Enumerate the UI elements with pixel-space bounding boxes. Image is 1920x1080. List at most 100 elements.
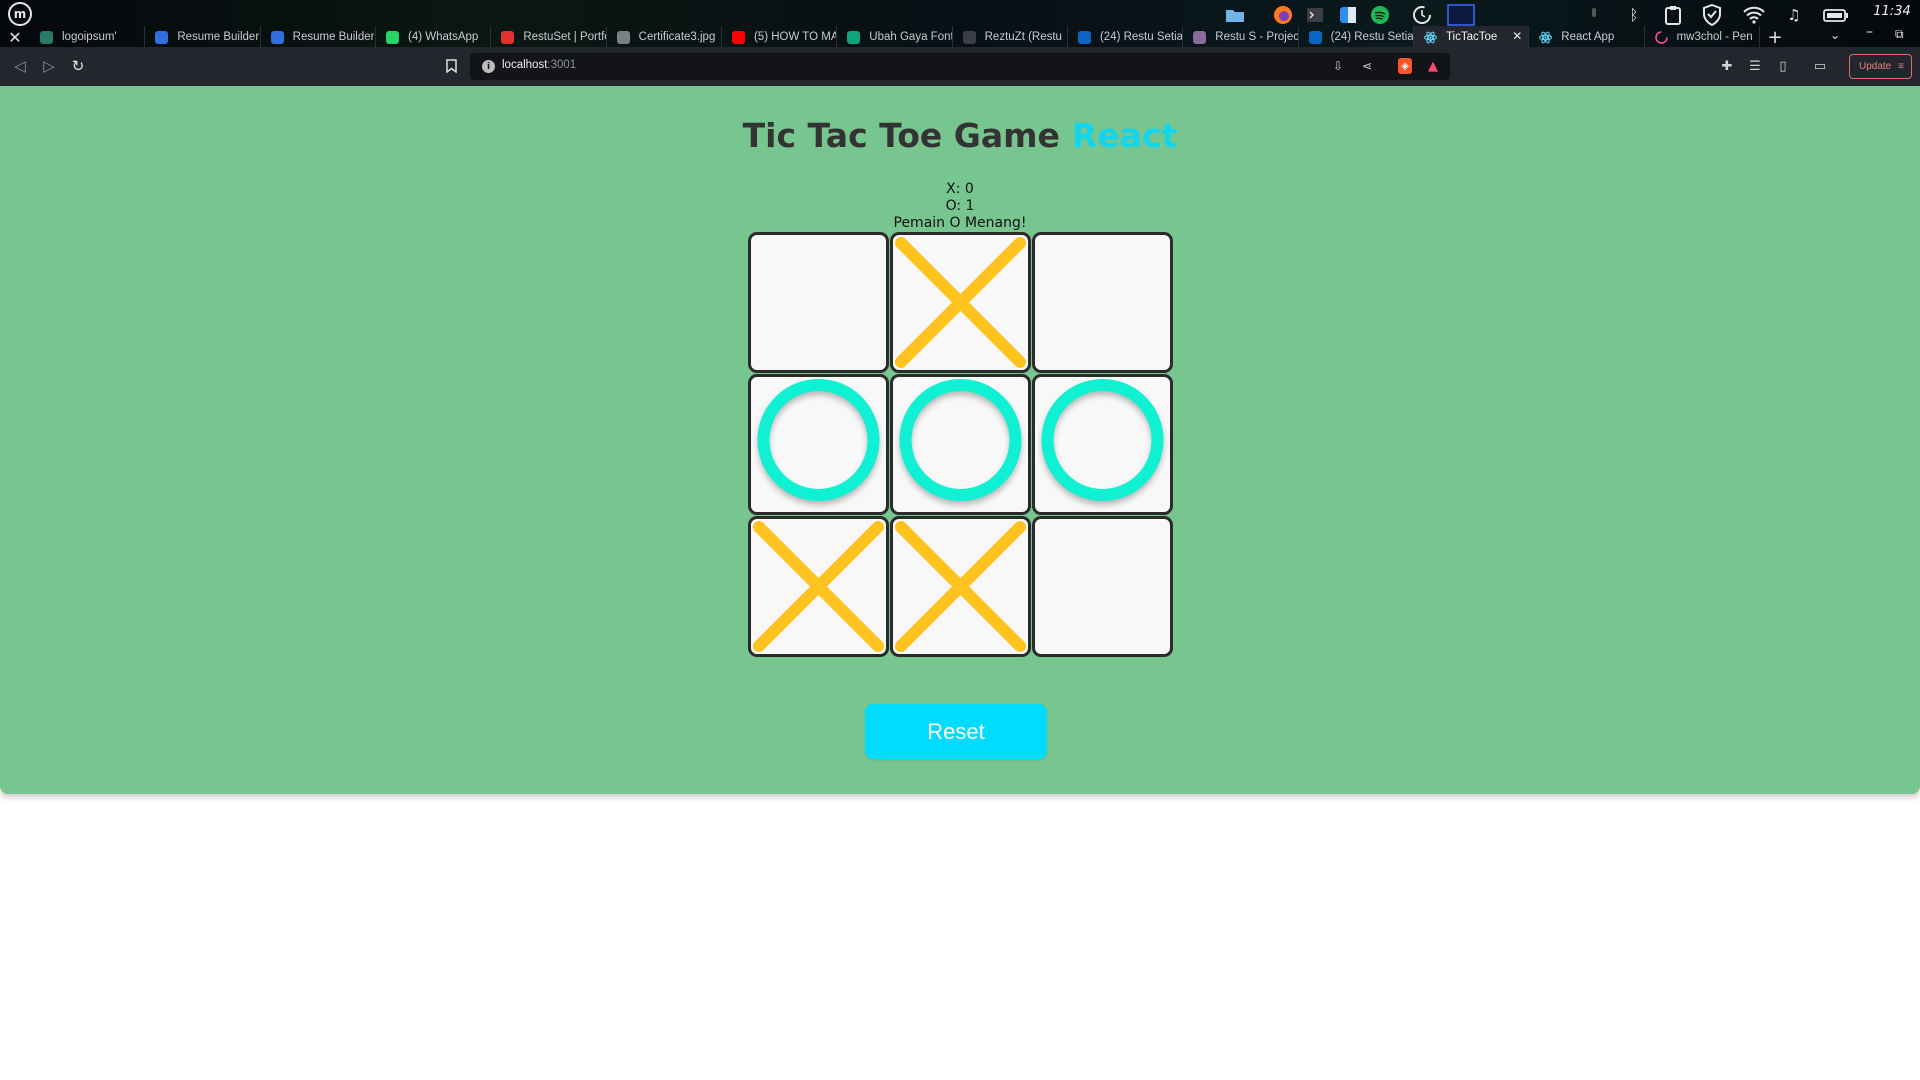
back-button[interactable]: ◁: [10, 56, 30, 76]
linux-mint-menu-icon[interactable]: m: [8, 2, 32, 26]
url-port: :3001: [547, 59, 577, 71]
whatsapp-icon: [385, 30, 399, 44]
tab-title: (5) HOW TO MAKE: [753, 31, 836, 43]
maximize-icon[interactable]: ⧉: [1895, 27, 1904, 42]
board-cell-7[interactable]: [748, 516, 889, 657]
extensions-icon[interactable]: ✚: [1718, 57, 1736, 75]
playlist-icon[interactable]: ☰: [1746, 57, 1764, 75]
board-cell-2[interactable]: [890, 232, 1031, 373]
close-window-icon[interactable]: ✕: [4, 28, 26, 47]
files-icon[interactable]: [1222, 3, 1248, 27]
browser-tab[interactable]: Certificate3.jpg: [607, 26, 722, 48]
spotify-icon[interactable]: [1367, 3, 1393, 27]
firefox-icon[interactable]: [1270, 3, 1296, 27]
score-x: X: 0: [946, 181, 974, 197]
system-tab-bar: m ᛒ ♫ 11:34 ✕ logoipsum' Resume Builder Re…: [0, 0, 1920, 48]
tab-search-chevron-icon[interactable]: ⌄: [1830, 28, 1840, 42]
wallet-icon[interactable]: ▭: [1811, 57, 1829, 75]
browser-tab[interactable]: Resume Builder: [145, 26, 261, 48]
game-board: [748, 232, 1173, 659]
tab-title: logoipsum': [62, 31, 117, 43]
tab-title: Resume Builder: [292, 31, 375, 43]
browser-tab[interactable]: Ubah Gaya Font: [837, 26, 953, 48]
browser-tab[interactable]: (4) WhatsApp: [376, 26, 492, 48]
wifi-icon[interactable]: [1742, 3, 1766, 27]
browser-tab[interactable]: (5) HOW TO MAKE: [722, 26, 838, 48]
reload-button[interactable]: ↻: [68, 56, 88, 76]
board-cell-3[interactable]: [1032, 232, 1173, 373]
finder-icon[interactable]: [1335, 3, 1361, 27]
bookmark-icon[interactable]: [442, 56, 460, 76]
terminal-icon[interactable]: [1302, 3, 1328, 27]
browser-toolbar: ◁ ▷ ↻ i localhost:3001 ⇩ ⋖ ◈ ▲ ✚ ☰ ▯ ▭ U…: [0, 47, 1920, 86]
update-label: Update: [1859, 61, 1892, 72]
browser-tab[interactable]: Resume Builder: [261, 26, 376, 48]
battery-icon[interactable]: [1822, 3, 1850, 27]
score-o: O: 1: [945, 198, 975, 214]
board-cell-6[interactable]: [1032, 374, 1173, 515]
site-info-icon[interactable]: i: [482, 60, 495, 73]
tab-title: ReztuZt (Restu: [984, 31, 1062, 43]
brave-shield-icon[interactable]: ◈: [1398, 58, 1412, 74]
new-tab-button[interactable]: +: [1764, 26, 1786, 48]
board-cell-5[interactable]: [890, 374, 1031, 515]
linkedin-icon: [1308, 30, 1322, 44]
ai-icon: [847, 30, 861, 44]
reset-button[interactable]: Reset: [865, 704, 1047, 759]
o-mark-icon: [1041, 379, 1164, 501]
bluetooth-icon[interactable]: ᛒ: [1623, 3, 1645, 27]
workspace-icon[interactable]: [1446, 3, 1476, 27]
clock[interactable]: 11:34: [1870, 4, 1914, 19]
mic-icon[interactable]: [1584, 3, 1604, 27]
url-text[interactable]: localhost:3001: [502, 59, 576, 71]
tab-title: React App: [1561, 31, 1615, 43]
tab-title: (24) Restu Setiawan: [1330, 31, 1413, 43]
tab-title: (24) Restu Setiawan: [1099, 31, 1182, 43]
sidebar-icon[interactable]: ▯: [1774, 57, 1792, 75]
browser-tab[interactable]: mw3chol - Pen: [1645, 26, 1760, 48]
x-mark-icon: [753, 521, 884, 652]
browser-tab[interactable]: React App: [1529, 26, 1645, 48]
address-bar[interactable]: i localhost:3001 ⇩ ⋖ ◈ ▲: [470, 53, 1450, 80]
browser-tab[interactable]: ReztuZt (Restu: [953, 26, 1068, 48]
forward-button[interactable]: ▷: [39, 56, 59, 76]
logo-icon: [40, 30, 53, 44]
tab-title: RestuSet | Portfolio: [523, 31, 605, 43]
tab-title: Ubah Gaya Font: [869, 31, 952, 43]
board-cell-1[interactable]: [748, 232, 889, 373]
tab-close-icon[interactable]: ✕: [1512, 29, 1522, 43]
resume-icon: [155, 30, 169, 44]
minimize-icon[interactable]: –: [1866, 24, 1873, 40]
brave-rewards-icon[interactable]: ▲: [1424, 57, 1442, 75]
install-app-icon[interactable]: ⇩: [1329, 57, 1347, 75]
browser-tab[interactable]: (24) Restu Setiawan: [1068, 26, 1184, 48]
url-host: localhost: [502, 59, 548, 71]
react-icon: [1423, 31, 1437, 44]
browser-tab[interactable]: TicTacToe ✕: [1413, 26, 1530, 48]
github-icon: [962, 30, 976, 44]
tab-title: Certificate3.jpg: [638, 31, 716, 43]
browser-tab[interactable]: logoipsum': [30, 26, 146, 48]
tab-title: Restu S - Projects: [1215, 31, 1297, 43]
music-icon[interactable]: ♫: [1782, 3, 1806, 27]
globe-icon: [616, 30, 630, 44]
board-cell-4[interactable]: [748, 374, 889, 515]
o-mark-icon: [899, 379, 1022, 501]
board-cell-8[interactable]: [890, 516, 1031, 657]
shield-icon[interactable]: [1700, 3, 1724, 27]
browser-tab[interactable]: Restu S - Projects: [1183, 26, 1299, 48]
timeshift-icon[interactable]: [1409, 3, 1435, 27]
tab-title: Resume Builder: [177, 31, 260, 43]
browser-tab[interactable]: RestuSet | Portfolio: [491, 26, 607, 48]
share-icon[interactable]: ⋖: [1358, 57, 1376, 75]
resume-icon: [270, 30, 284, 44]
board-cell-9[interactable]: [1032, 516, 1173, 657]
tab-title: (4) WhatsApp: [407, 31, 479, 43]
clipboard-icon[interactable]: [1661, 3, 1685, 27]
update-button[interactable]: Update ≡: [1849, 54, 1912, 79]
linkedin-icon: [1077, 30, 1091, 44]
tab-strip: logoipsum' Resume Builder Resume Builder (4…: [30, 26, 1760, 48]
game-status: Pemain O Menang!: [893, 215, 1027, 231]
browser-tab[interactable]: (24) Restu Setiawan: [1299, 26, 1414, 48]
avatar-icon: [1193, 30, 1207, 44]
